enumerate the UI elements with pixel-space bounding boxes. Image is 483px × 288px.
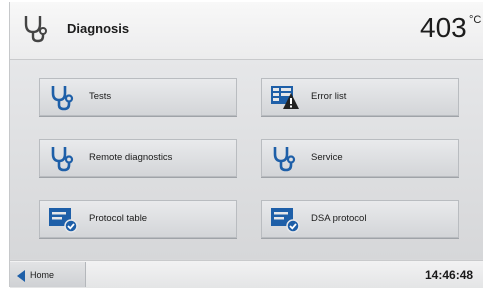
service-label: Service (311, 152, 343, 163)
page-title: Diagnosis (67, 21, 130, 36)
dsa-protocol-label: DSA protocol (311, 213, 367, 224)
tests-button[interactable]: Tests (39, 78, 237, 116)
service-button[interactable]: Service (261, 139, 459, 177)
remote-diagnostics-button[interactable]: Remote diagnostics (39, 139, 237, 177)
protocol-icon (270, 205, 300, 233)
menu-area: Tests Error list Remote diagnostics Serv… (10, 60, 483, 259)
protocol-icon (48, 205, 78, 233)
footer-bar: Home 14:46:48 (10, 260, 483, 288)
stethoscope-icon (48, 83, 76, 111)
stethoscope-icon (48, 144, 76, 172)
back-arrow-icon (16, 269, 26, 287)
protocol-table-button[interactable]: Protocol table (39, 200, 237, 238)
home-button[interactable]: Home (10, 262, 86, 287)
dsa-protocol-button[interactable]: DSA protocol (261, 200, 459, 238)
temperature-value: 403 (420, 12, 467, 43)
clock-display: 14:46:48 (425, 268, 474, 282)
remote-diagnostics-label: Remote diagnostics (89, 152, 173, 163)
stethoscope-icon (270, 144, 298, 172)
header-bar: Diagnosis 403 °C (10, 2, 483, 60)
tests-label: Tests (89, 91, 112, 102)
diagnosis-screen: Diagnosis 403 °C Tests Error list Remote… (9, 2, 483, 288)
protocol-table-label: Protocol table (89, 213, 148, 224)
error-list-button[interactable]: Error list (261, 78, 459, 116)
home-label: Home (30, 270, 55, 280)
temperature-unit: °C (469, 14, 482, 26)
stethoscope-icon (22, 13, 48, 48)
error-list-label: Error list (311, 91, 347, 102)
error-list-icon (270, 83, 299, 111)
